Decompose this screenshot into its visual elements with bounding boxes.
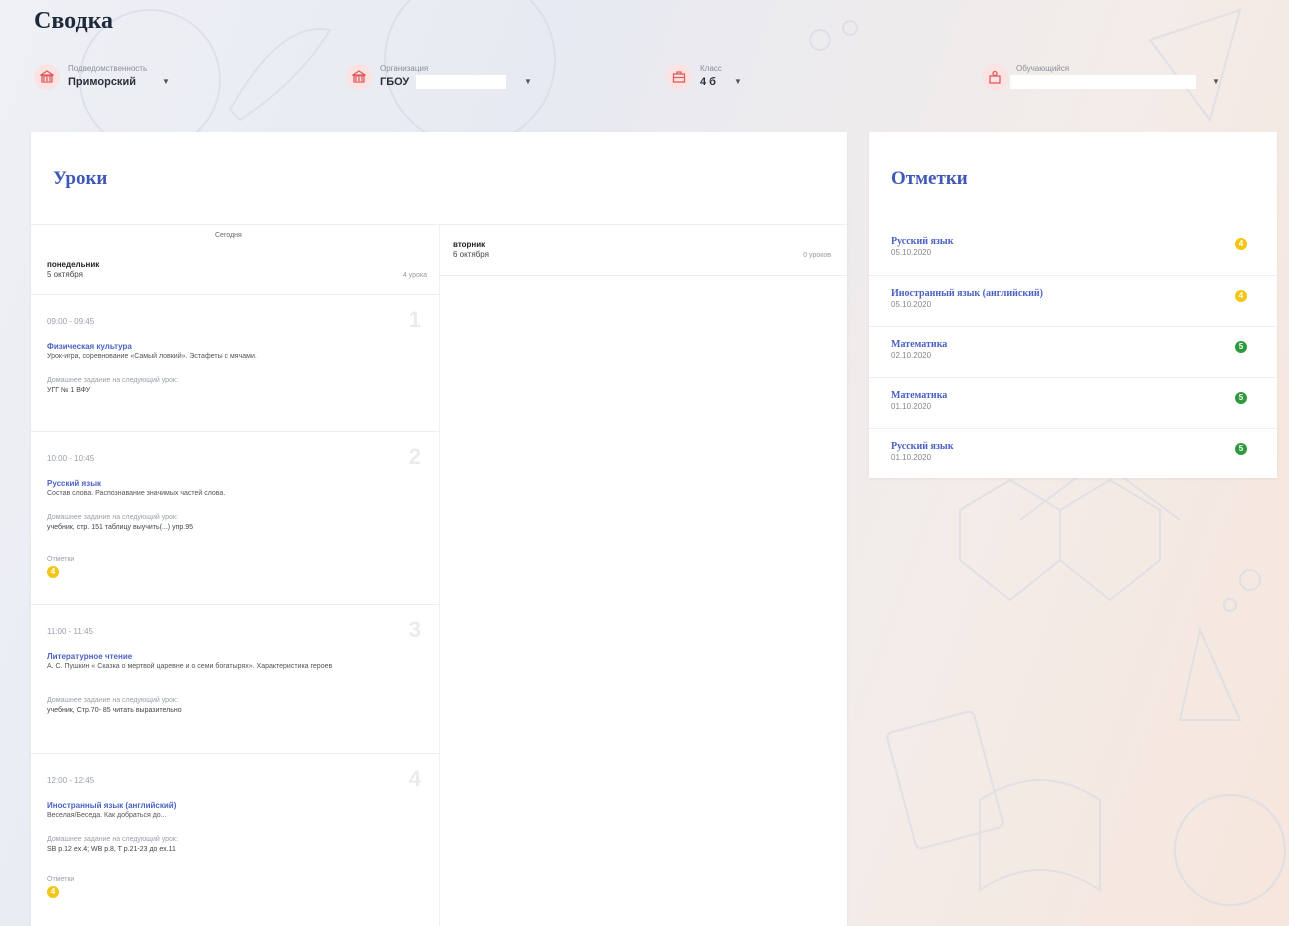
filter-value: Приморский [68,76,136,88]
mark-badge: 5 [1235,341,1247,353]
mark-date: 02.10.2020 [891,351,932,360]
briefcase-icon [666,64,692,90]
lesson-subject[interactable]: Литературное чтение [47,652,132,661]
mark-subject: Математика [891,339,948,350]
filter-value: 4 б [700,76,716,88]
mark-row[interactable]: Русский язык 01.10.2020 5 [869,428,1277,479]
lesson-item[interactable]: 3 11:00 - 11:45 Литературное чтение А. С… [31,605,439,753]
filter-label: Обучающийся [1016,64,1070,73]
day-name: вторник [453,240,486,249]
lesson-time: 11:00 - 11:45 [47,627,93,636]
filter-label: Организация [380,64,429,73]
filter-organization[interactable]: Организация ГБОУ ▼ [346,62,566,98]
person-icon [982,64,1008,90]
mark-badge: 5 [1235,443,1247,455]
chevron-down-icon[interactable]: ▼ [524,77,532,86]
lesson-subject[interactable]: Русский язык [47,479,101,488]
homework-text: УГГ № 1 ВФУ [47,387,91,394]
lesson-topic: Состав слова. Распознавание значимых час… [47,490,226,497]
building-icon [346,64,372,90]
lessons-card: Уроки Сегодня понедельник 5 октября 4 ур… [31,132,847,926]
mark-row[interactable]: Русский язык 05.10.2020 4 [869,224,1277,274]
mark-subject: Математика [891,390,948,401]
filter-value-field [1010,75,1196,89]
mark-badge: 4 [1235,238,1247,250]
today-label: Сегодня [215,232,242,239]
filter-label: Подведомственность [68,64,148,73]
filter-subordination[interactable]: Подведомственность Приморский ▼ [34,62,254,98]
mark-badge: 4 [1235,290,1247,302]
lesson-number: 3 [408,617,421,642]
day-date: 5 октября [47,270,83,279]
lesson-count: 4 урока [402,272,427,279]
lesson-item[interactable]: 4 12:00 - 12:45 Иностранный язык (англий… [31,754,439,926]
filter-label: Класс [700,64,722,73]
column-divider [439,224,440,926]
mark-subject: Русский язык [891,441,954,452]
filter-class[interactable]: Класс 4 б ▼ [666,62,816,98]
mark-row[interactable]: Иностранный язык (английский) 05.10.2020… [869,275,1277,326]
day-name: понедельник [47,260,100,269]
homework-text: учебник, Стр.70- 85 читать выразительно [47,707,182,714]
homework-label: Домашнее задание на следующий урок: [47,377,178,384]
homework-label: Домашнее задание на следующий урок: [47,514,178,521]
homework-label: Домашнее задание на следующий урок: [47,697,178,704]
filter-value: ГБОУ [380,76,410,88]
marks-label: Отметки [47,876,75,883]
lesson-time: 10:00 - 10:45 [47,454,95,463]
marks-title: Отметки [891,168,968,189]
lesson-subject[interactable]: Иностранный язык (английский) [47,801,176,810]
lesson-item[interactable]: 1 09:00 - 09:45 Физическая культура Урок… [31,295,439,431]
lesson-topic: Веселая/Беседа. Как добраться до... [47,812,167,819]
mark-badge[interactable]: 4 [47,566,59,578]
lesson-time: 09:00 - 09:45 [47,317,95,326]
chevron-down-icon[interactable]: ▼ [162,77,170,86]
lesson-number: 4 [408,766,421,791]
filter-student[interactable]: Обучающийся ▼ [982,62,1222,98]
chevron-down-icon[interactable]: ▼ [1212,77,1220,86]
marks-label: Отметки [47,556,75,563]
lesson-number: 1 [408,307,421,332]
lesson-number: 2 [408,444,421,469]
page-title: Сводка [34,8,114,34]
homework-text: SB p.12 ex.4; WB p.8, T p.21-23 до ех.11 [47,846,176,853]
mark-date: 05.10.2020 [891,248,932,257]
mark-badge: 5 [1235,392,1247,404]
day-date: 6 октября [453,250,489,259]
lesson-time: 12:00 - 12:45 [47,776,95,785]
divider [439,275,847,276]
lesson-count: 0 уроков [803,252,831,259]
mark-row[interactable]: Математика 02.10.2020 5 [869,326,1277,377]
lesson-topic: А. С. Пушкин « Сказка о мертвой царевне … [47,663,333,670]
filter-value-field [416,75,506,89]
homework-label: Домашнее задание на следующий урок: [47,836,178,843]
marks-card: Отметки Русский язык 05.10.2020 4 Иностр… [869,132,1277,478]
mark-subject: Русский язык [891,236,954,247]
mark-row[interactable]: Математика 01.10.2020 5 [869,377,1277,428]
mark-date: 01.10.2020 [891,402,932,411]
mark-badge[interactable]: 4 [47,886,59,898]
mark-date: 01.10.2020 [891,453,932,462]
mark-subject: Иностранный язык (английский) [891,288,1043,299]
filters-bar: Подведомственность Приморский ▼ Организа… [34,62,1224,98]
building-icon [34,64,60,90]
mark-date: 05.10.2020 [891,300,932,309]
lesson-subject[interactable]: Физическая культура [47,342,132,351]
lesson-item[interactable]: 2 10:00 - 10:45 Русский язык Состав слов… [31,432,439,604]
homework-text: учебник, стр. 151 таблицу выучить(...) у… [47,524,193,531]
lesson-topic: Урок-игра, соревнование «Самый ловкий». … [47,353,257,360]
chevron-down-icon[interactable]: ▼ [734,77,742,86]
lessons-title: Уроки [53,168,108,189]
